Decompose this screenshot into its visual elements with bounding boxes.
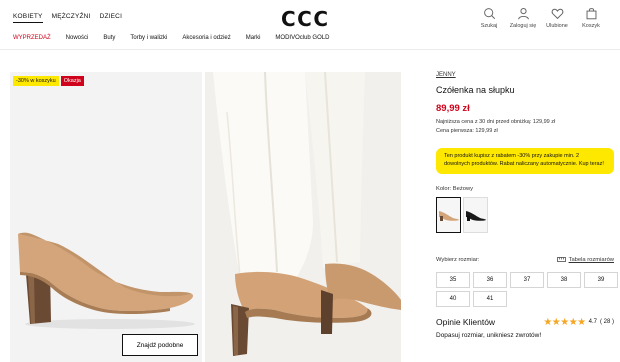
nav-shoes[interactable]: Buty: [103, 35, 115, 41]
heart-icon: [551, 8, 563, 20]
size-option-38[interactable]: 38: [547, 271, 581, 288]
user-icon: [517, 7, 529, 20]
shoe-side-image: [18, 232, 195, 329]
deal-badge: Okazja: [60, 76, 84, 86]
black-shoe-thumb: [465, 210, 486, 221]
nav-brands[interactable]: Marki: [246, 35, 261, 41]
rating-count: ( 28 ): [599, 319, 614, 326]
size-table-link[interactable]: Tabela rozmiarów: [556, 256, 614, 263]
login-link[interactable]: Zaloguj się: [506, 7, 540, 29]
size-option-36[interactable]: 36: [473, 271, 507, 288]
product-price: 89,99 zł: [436, 103, 470, 114]
tab-kids[interactable]: DZIECI: [100, 13, 123, 23]
reviews-header: Opinie Klientów ★★★★★ 4.7 ( 28 ): [436, 317, 614, 328]
ruler-icon: [556, 257, 566, 263]
size-option-37[interactable]: 37: [510, 271, 544, 288]
product-image-model[interactable]: [205, 72, 401, 362]
user-actions: Szukaj Zaloguj się Ulubione Koszyk: [472, 7, 608, 29]
cart-link[interactable]: Koszyk: [574, 7, 608, 29]
first-price-note: Cena pierwsza: 129,99 zł: [436, 128, 498, 134]
star-rating-icon: ★★★★★: [543, 316, 586, 328]
promo-banner[interactable]: Ten produkt kupisz z rabatem -30% przy z…: [436, 148, 614, 174]
search-icon: [483, 8, 495, 20]
tab-men[interactable]: MĘŻCZYŹNI: [52, 13, 91, 23]
bag-icon: [586, 8, 596, 20]
rating-summary[interactable]: ★★★★★ 4.7 ( 28 ): [543, 317, 614, 328]
lowest-price-note: Najniższa cena z 30 dni przed obniżką: 1…: [436, 119, 556, 125]
gender-tabs: KOBIETY MĘŻCZYŹNI DZIECI: [13, 13, 122, 23]
brand-link[interactable]: JENNY: [436, 72, 614, 78]
nav-sale[interactable]: WYPRZEDAŻ: [13, 35, 51, 41]
nav-new[interactable]: Nowości: [66, 35, 89, 41]
favorites-link[interactable]: Ulubione: [540, 7, 574, 29]
product-image-main[interactable]: -30% w koszyku Okazja Znajdź podobne: [10, 72, 202, 362]
nav-club[interactable]: MODIVOclub GOLD: [275, 35, 329, 41]
color-label: Kolor: Beżowy: [436, 185, 474, 192]
size-grid: 35 36 37 38 39 40 41: [436, 271, 618, 307]
model-legs-image: [205, 72, 401, 362]
color-swatches: [436, 196, 614, 233]
find-similar-button[interactable]: Znajdź podobne: [122, 334, 198, 356]
beige-shoe-thumb: [438, 210, 459, 221]
size-option-41[interactable]: 41: [473, 290, 507, 307]
tab-women[interactable]: KOBIETY: [13, 13, 43, 23]
swatch-beige[interactable]: [436, 196, 461, 233]
size-label: Wybierz rozmiar:: [436, 256, 480, 263]
product-badges: -30% w koszyku Okazja: [13, 76, 84, 86]
site-header: KOBIETY MĘŻCZYŹNI DZIECI CCC Szukaj Zalo…: [0, 0, 620, 50]
nav-bags[interactable]: Torby i walizki: [130, 35, 167, 41]
product-title: Czółenka na słupku: [436, 85, 515, 95]
search-label: Szukaj: [480, 23, 498, 29]
size-header: Wybierz rozmiar: Tabela rozmiarów: [436, 257, 614, 263]
cart-label: Koszyk: [582, 23, 600, 29]
favorites-label: Ulubione: [546, 23, 568, 29]
reviews-title: Opinie Klientów: [436, 317, 496, 328]
swatch-black[interactable]: [463, 196, 488, 233]
review-subtitle: Dopasuj rozmiar, unikniesz zwrotów!: [436, 331, 542, 339]
ccc-logo[interactable]: CCC: [281, 7, 330, 31]
search-link[interactable]: Szukaj: [472, 7, 506, 29]
size-option-35[interactable]: 35: [436, 271, 470, 288]
rating-value: 4.7: [588, 319, 597, 326]
nav-accessories[interactable]: Akcesoria i odzież: [182, 35, 230, 41]
product-details: JENNY Czółenka na słupku 89,99 zł Najniż…: [436, 72, 618, 339]
size-option-40[interactable]: 40: [436, 290, 470, 307]
size-option-39[interactable]: 39: [584, 271, 618, 288]
discount-badge: -30% w koszyku: [13, 76, 59, 86]
login-label: Zaloguj się: [509, 23, 537, 29]
size-table-label: Tabela rozmiarów: [568, 256, 614, 263]
main-nav: WYPRZEDAŻ Nowości Buty Torby i walizki A…: [13, 35, 329, 41]
